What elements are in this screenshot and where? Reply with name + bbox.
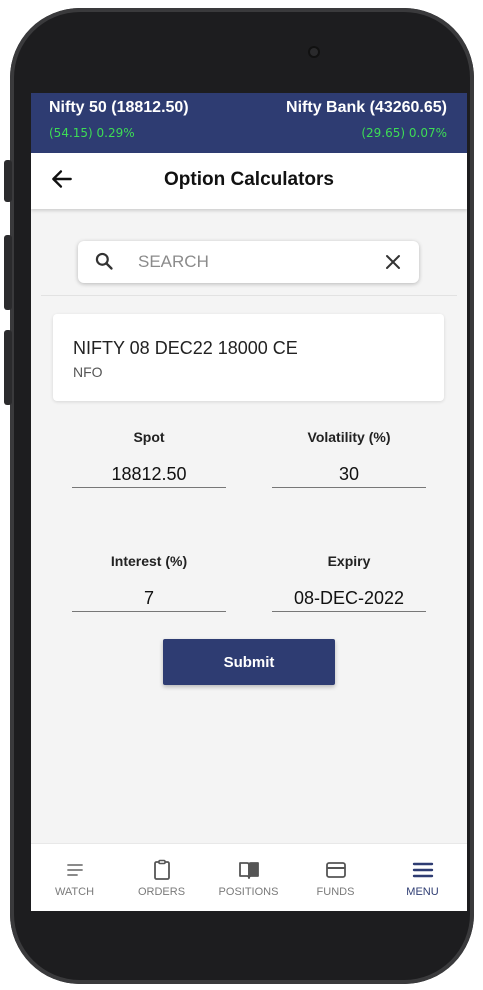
phone-side-button xyxy=(4,160,12,202)
instrument-card[interactable]: NIFTY 08 DEC22 18000 CE NFO xyxy=(53,314,444,401)
ticker-nifty50-change: (54.15) 0.29% xyxy=(49,126,135,140)
search-box[interactable] xyxy=(78,241,419,283)
nav-item-orders[interactable]: ORDERS xyxy=(118,844,205,911)
instrument-exchange: NFO xyxy=(73,364,103,380)
phone-volume-up-button xyxy=(4,235,12,310)
nav-item-menu[interactable]: MENU xyxy=(379,844,466,911)
index-ticker-bar: Nifty 50 (18812.50) (54.15) 0.29% Nifty … xyxy=(31,93,467,153)
nav-label-watch: WATCH xyxy=(54,886,95,898)
search-input[interactable] xyxy=(136,250,360,274)
page-title: Option Calculators xyxy=(164,169,334,190)
phone-volume-down-button xyxy=(4,330,12,405)
nav-label-menu: MENU xyxy=(406,886,439,898)
bottom-nav: WATCH ORDERS POSITIONS FUNDS MENU xyxy=(31,843,467,911)
search-icon xyxy=(95,252,113,270)
ticker-nifty50-label[interactable]: Nifty 50 (18812.50) xyxy=(49,99,189,117)
expiry-label: Expiry xyxy=(327,553,371,569)
expiry-field: Expiry xyxy=(272,553,426,612)
instrument-name: NIFTY 08 DEC22 18000 CE xyxy=(73,338,298,358)
nav-item-positions[interactable]: POSITIONS xyxy=(205,844,292,911)
nav-label-orders: ORDERS xyxy=(137,886,186,898)
camera xyxy=(310,48,318,56)
menu-icon xyxy=(412,862,434,878)
nav-label-positions: POSITIONS xyxy=(218,886,279,898)
divider xyxy=(41,295,457,296)
volatility-field: Volatility (%) xyxy=(272,429,426,488)
expiry-input[interactable] xyxy=(272,585,426,612)
spot-input[interactable] xyxy=(72,461,226,488)
clipboard-icon xyxy=(154,859,170,880)
nav-item-funds[interactable]: FUNDS xyxy=(292,844,379,911)
volatility-input[interactable] xyxy=(272,461,426,488)
app-screen: Nifty 50 (18812.50) (54.15) 0.29% Nifty … xyxy=(31,93,467,911)
ticker-niftybank-change: (29.65) 0.07% xyxy=(361,126,447,140)
nav-label-funds: FUNDS xyxy=(316,886,355,898)
card-icon xyxy=(326,862,346,878)
interest-input[interactable] xyxy=(72,585,226,612)
ticker-niftybank-label[interactable]: Nifty Bank (43260.65) xyxy=(286,99,447,117)
interest-field: Interest (%) xyxy=(72,553,226,612)
list-icon xyxy=(67,864,83,876)
clear-icon[interactable] xyxy=(385,254,401,270)
book-icon xyxy=(239,862,259,879)
spot-label: Spot xyxy=(133,429,165,445)
submit-button[interactable]: Submit xyxy=(163,639,335,685)
app-header: Option Calculators xyxy=(31,153,467,209)
volatility-label: Volatility (%) xyxy=(307,429,391,445)
nav-item-watch[interactable]: WATCH xyxy=(31,844,118,911)
spot-field: Spot xyxy=(72,429,226,488)
interest-label: Interest (%) xyxy=(110,553,188,569)
